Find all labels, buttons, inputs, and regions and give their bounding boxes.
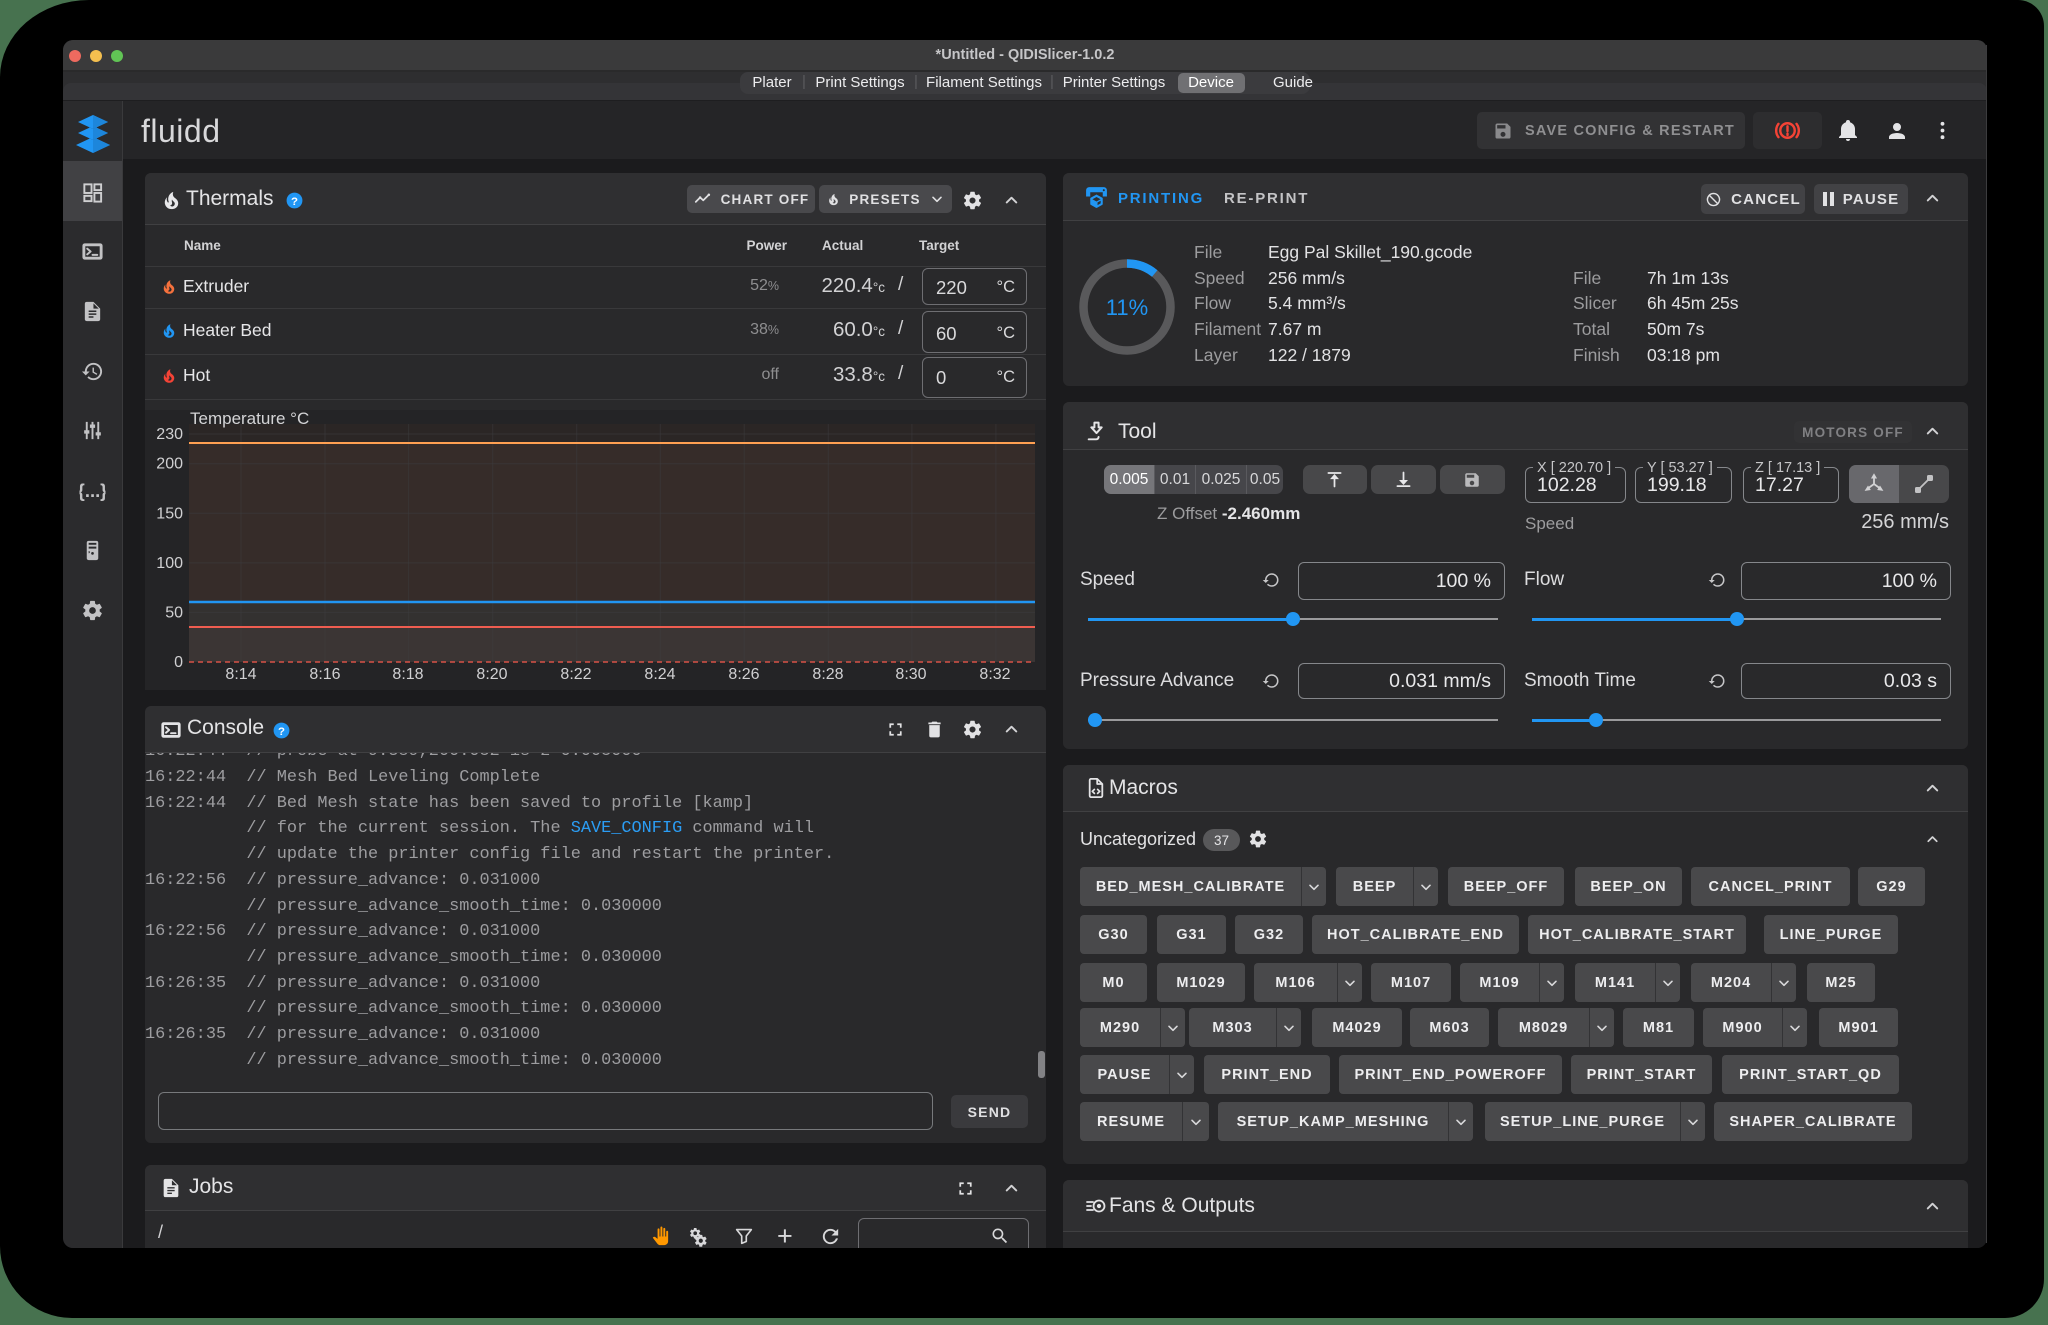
svg-text:8:30: 8:30 bbox=[895, 666, 926, 683]
svg-text:0: 0 bbox=[174, 654, 183, 671]
svg-text:8:18: 8:18 bbox=[392, 666, 423, 683]
svg-text:8:24: 8:24 bbox=[644, 666, 675, 683]
svg-text:8:16: 8:16 bbox=[309, 666, 340, 683]
svg-text:100: 100 bbox=[156, 555, 183, 572]
svg-text:230: 230 bbox=[156, 426, 183, 443]
svg-text:150: 150 bbox=[156, 505, 183, 522]
svg-text:11%: 11% bbox=[1106, 295, 1148, 320]
svg-text:8:32: 8:32 bbox=[979, 666, 1010, 683]
svg-text:8:28: 8:28 bbox=[812, 666, 843, 683]
svg-text:Temperature °C: Temperature °C bbox=[190, 410, 309, 428]
svg-text:8:26: 8:26 bbox=[728, 666, 759, 683]
svg-text:8:22: 8:22 bbox=[560, 666, 591, 683]
svg-text:8:20: 8:20 bbox=[476, 666, 507, 683]
svg-text:8:14: 8:14 bbox=[225, 666, 256, 683]
svg-text:50: 50 bbox=[165, 604, 183, 621]
svg-text:200: 200 bbox=[156, 456, 183, 473]
